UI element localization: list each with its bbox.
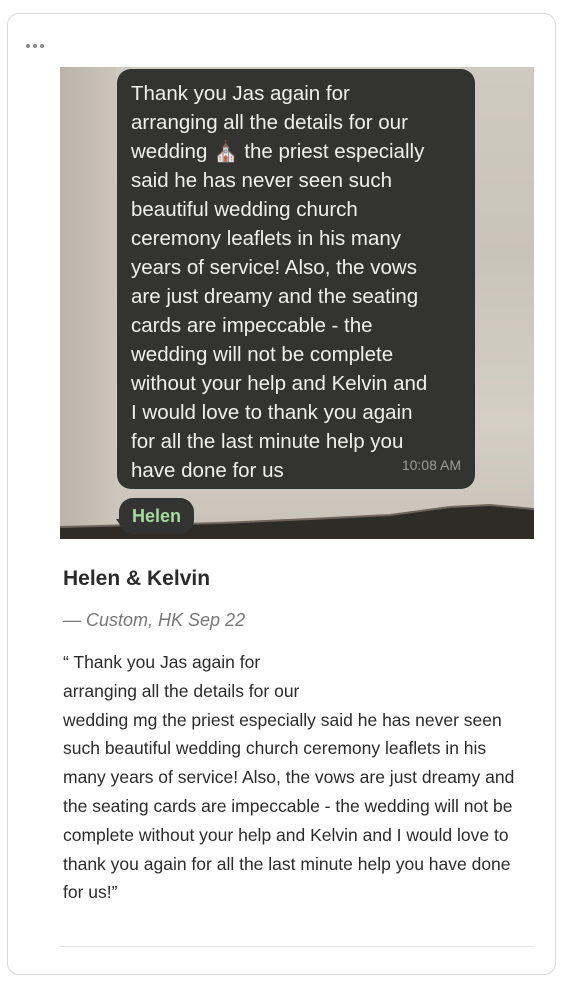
message-time: 10:08 AM [401,457,461,473]
chat-screenshot-image: Thank you Jas again for arranging all th… [60,67,534,539]
review-title: Helen & Kelvin [63,567,211,590]
background-wall [60,67,116,539]
review-quote: “ Thank you Jas again for arranging all … [63,652,515,903]
review-meta: — Custom, HK Sep 22 [63,610,246,630]
testimonial-card: Thank you Jas again for arranging all th… [7,13,556,975]
divider [60,946,534,947]
message-text: Thank you Jas again for arranging all th… [131,82,428,482]
sender-name-bubble: Helen [119,498,195,534]
message-bubble: Thank you Jas again for arranging all th… [117,69,475,489]
more-dots-icon[interactable] [26,44,44,48]
